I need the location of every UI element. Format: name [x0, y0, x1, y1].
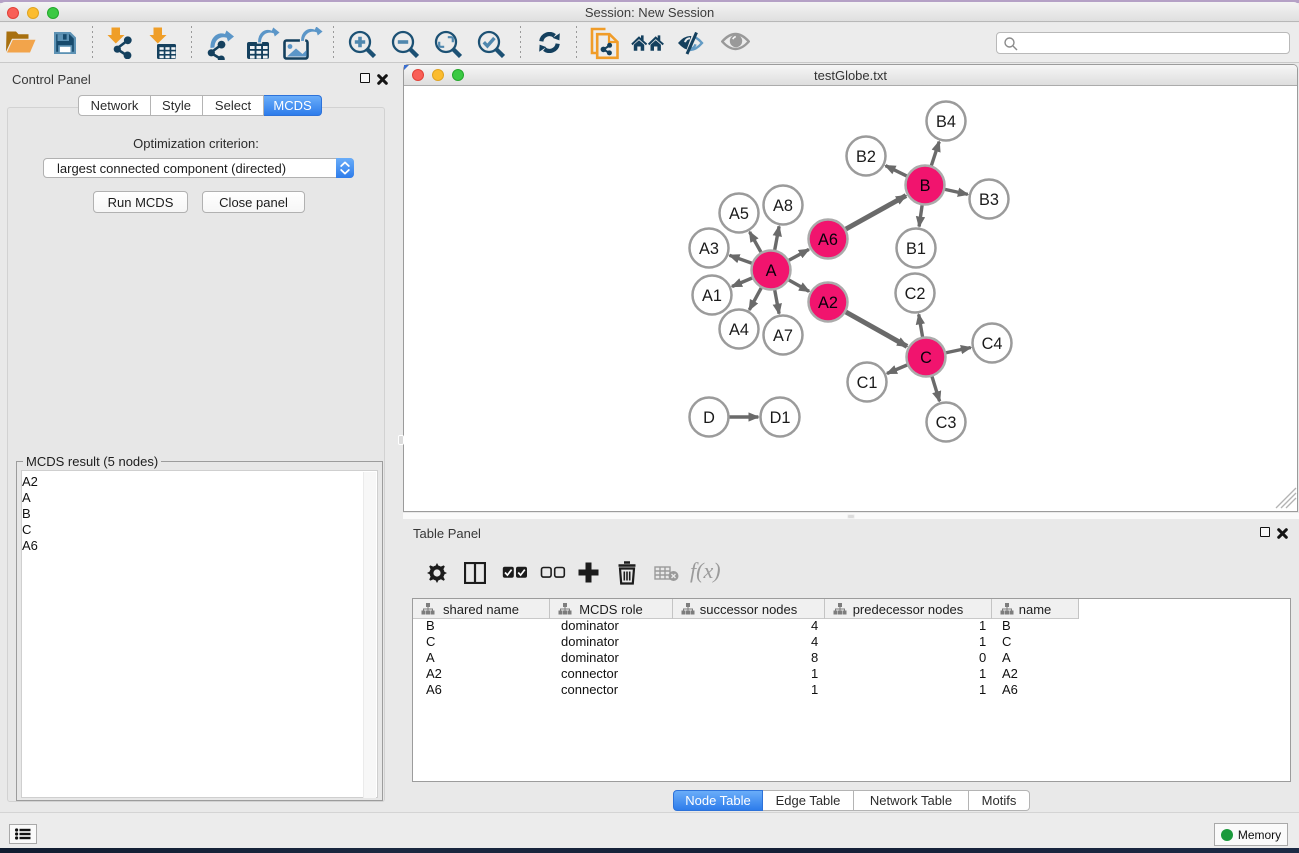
svg-text:B4: B4 — [936, 113, 956, 131]
svg-text:A3: A3 — [699, 240, 719, 258]
svg-text:C1: C1 — [857, 374, 878, 392]
svg-text:C2: C2 — [905, 285, 926, 303]
svg-text:B1: B1 — [906, 240, 926, 258]
svg-text:B3: B3 — [979, 191, 999, 209]
svg-text:A2: A2 — [818, 294, 838, 312]
svg-text:A5: A5 — [729, 205, 749, 223]
svg-text:D1: D1 — [770, 409, 791, 427]
svg-text:A1: A1 — [702, 287, 722, 305]
svg-text:A7: A7 — [773, 327, 793, 345]
svg-text:A6: A6 — [818, 231, 838, 249]
svg-text:A8: A8 — [773, 197, 793, 215]
svg-text:B: B — [920, 177, 931, 195]
svg-text:A4: A4 — [729, 321, 749, 339]
svg-text:C3: C3 — [936, 414, 957, 432]
svg-text:C: C — [920, 349, 932, 367]
svg-text:D: D — [703, 409, 715, 427]
svg-text:A: A — [766, 262, 777, 280]
svg-text:B2: B2 — [856, 148, 876, 166]
svg-text:C4: C4 — [982, 335, 1003, 353]
